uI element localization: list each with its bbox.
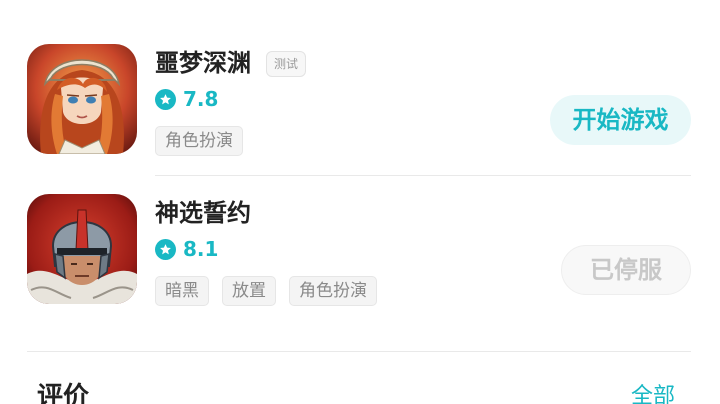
star-icon xyxy=(155,238,176,260)
tag-list: 暗黑 放置 角色扮演 xyxy=(155,276,390,306)
game-title[interactable]: 神选誓约 xyxy=(155,198,251,228)
rating: 7.8 xyxy=(155,86,218,112)
rating-value: 7.8 xyxy=(183,87,219,111)
game-list-page: 噩梦深渊 测试 7.8 角色扮演 开始游戏 神选誓约 8.1 暗黑 放置 角色扮… xyxy=(0,0,720,404)
tag[interactable]: 暗黑 xyxy=(155,276,209,306)
tag[interactable]: 角色扮演 xyxy=(289,276,377,306)
test-badge: 测试 xyxy=(266,51,307,77)
reviews-section-title: 评价 xyxy=(37,382,90,404)
game-list-item[interactable]: 噩梦深渊 测试 7.8 角色扮演 开始游戏 xyxy=(27,44,691,156)
tag[interactable]: 放置 xyxy=(222,276,276,306)
knight-helmet-icon[interactable] xyxy=(27,194,137,304)
game-title[interactable]: 噩梦深渊 xyxy=(155,48,251,78)
see-all-reviews-link[interactable]: 全部 xyxy=(631,382,675,404)
divider xyxy=(155,175,691,176)
divider xyxy=(27,351,691,352)
tag-list: 角色扮演 xyxy=(155,126,256,156)
game-list-item[interactable]: 神选誓约 8.1 暗黑 放置 角色扮演 已停服 xyxy=(27,194,691,306)
rating: 8.1 xyxy=(155,236,218,262)
heroine-portrait-icon[interactable] xyxy=(27,44,137,154)
tag[interactable]: 角色扮演 xyxy=(155,126,243,156)
service-stopped-button[interactable]: 已停服 xyxy=(561,245,691,295)
rating-value: 8.1 xyxy=(183,237,219,261)
start-game-button[interactable]: 开始游戏 xyxy=(550,95,691,145)
star-icon xyxy=(155,88,176,110)
